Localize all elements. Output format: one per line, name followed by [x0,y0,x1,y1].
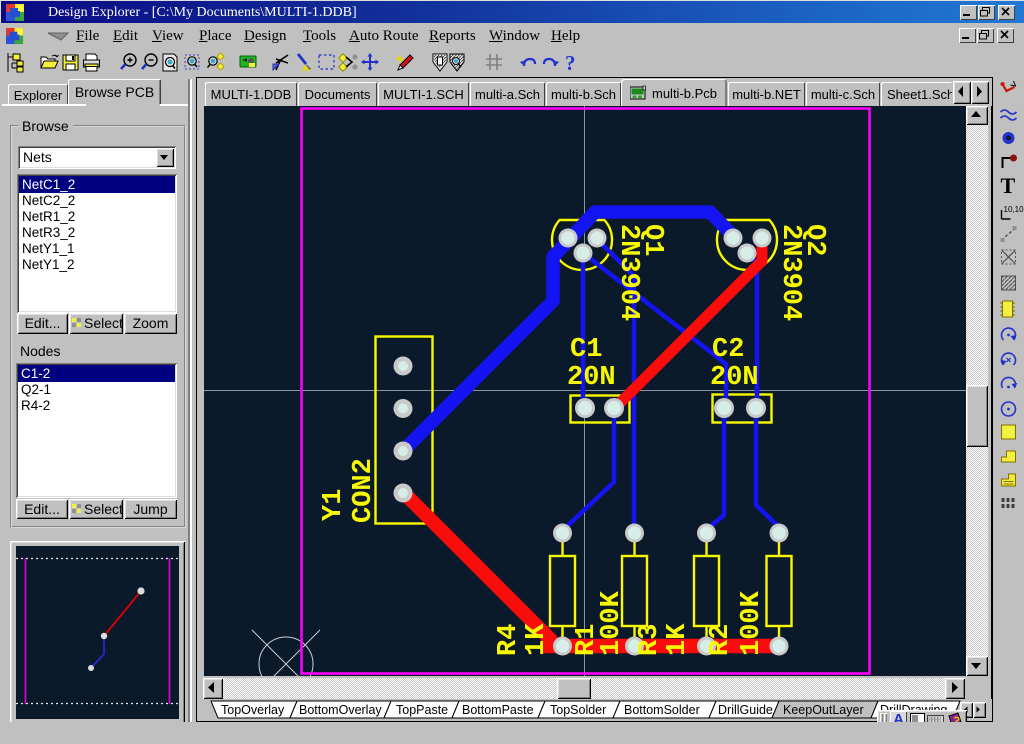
svg-text:10,10: 10,10 [1004,205,1024,214]
svg-text:BottomOverlay: BottomOverlay [299,703,382,717]
svg-text:Y1: Y1 [319,489,349,521]
svg-text:?: ? [565,51,576,75]
svg-text:1K: 1K [663,623,693,656]
svg-text:C2: C2 [712,335,744,365]
svg-text:100K: 100K [597,590,627,656]
svg-text:R2: R2 [706,624,736,656]
svg-text:BottomPaste: BottomPaste [462,703,534,717]
svg-text:R4: R4 [494,624,524,656]
svg-text:20N: 20N [710,363,759,393]
svg-text:C1: C1 [570,335,602,365]
svg-text:R3: R3 [635,624,665,656]
svg-text:DrillGuide: DrillGuide [718,703,773,717]
svg-text:TopSolder: TopSolder [550,703,606,717]
svg-text:KeepOutLayer: KeepOutLayer [783,703,864,717]
svg-text:20N: 20N [567,363,616,393]
svg-text:1K: 1K [522,623,552,656]
svg-text:CON2: CON2 [349,458,379,523]
svg-text:2N3904: 2N3904 [775,224,805,321]
svg-text:T: T [1001,173,1016,198]
svg-text:TopPaste: TopPaste [396,703,448,717]
svg-text:100K: 100K [737,590,767,656]
svg-text:2N3904: 2N3904 [613,224,643,321]
svg-text:TopOverlay: TopOverlay [221,703,285,717]
svg-text:BottomSolder: BottomSolder [624,703,700,717]
